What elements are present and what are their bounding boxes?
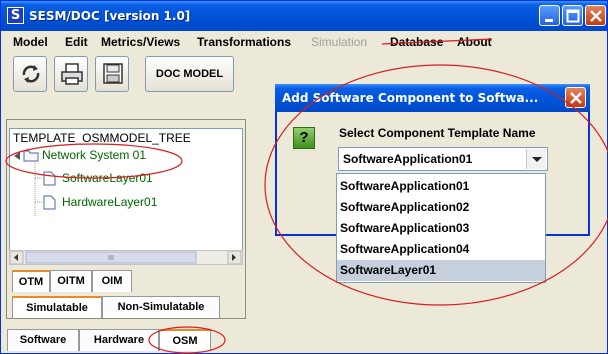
app-logo-icon: S <box>7 7 24 24</box>
tree-node-network-icon <box>23 148 39 162</box>
menu-simulation: Simulation <box>311 35 368 49</box>
folder-icon <box>23 150 39 162</box>
dropdown-arrow-button[interactable] <box>526 149 546 169</box>
minimize-icon <box>545 19 553 22</box>
dropdown-option[interactable]: SoftwareApplication02 <box>337 197 545 218</box>
tab-simulatable[interactable]: Simulatable <box>12 296 102 318</box>
save-icon <box>103 63 123 84</box>
print-icon <box>61 63 83 85</box>
dialog-title: Add Software Component to Softwa... <box>282 91 539 105</box>
tree-horizontal-scrollbar[interactable] <box>9 250 243 265</box>
model-tree-panel: TEMPLATE_OSMMODEL_TREE Network System 01… <box>6 119 246 319</box>
tree-node-hardware-icon <box>43 195 56 210</box>
minimize-button[interactable] <box>539 5 560 26</box>
menu-transformations[interactable]: Transformations <box>197 35 291 49</box>
template-dropdown-list: SoftwareApplication01 SoftwareApplicatio… <box>336 173 546 283</box>
document-icon <box>43 171 56 186</box>
tree-node-software-layer[interactable]: SoftwareLayer01 <box>62 171 153 185</box>
menu-edit[interactable]: Edit <box>65 35 88 49</box>
maximize-button[interactable] <box>562 5 583 26</box>
tab-software[interactable]: Software <box>7 329 79 351</box>
menu-metrics-views[interactable]: Metrics/Views <box>101 35 180 49</box>
dialog-close-button[interactable] <box>565 87 586 108</box>
save-button[interactable] <box>95 56 129 92</box>
chevron-down-icon <box>532 157 542 162</box>
menu-database[interactable]: Database <box>390 35 443 49</box>
tab-hardware[interactable]: Hardware <box>79 329 159 351</box>
menu-about[interactable]: About <box>457 35 492 49</box>
select-current-value: SoftwareApplication01 <box>343 152 473 166</box>
tree-node-hardware-layer[interactable]: HardwareLayer01 <box>62 195 157 209</box>
window-title: SESM/DOC [version 1.0] <box>29 9 191 23</box>
tab-oim[interactable]: OIM <box>92 270 132 292</box>
tree-node-software-icon <box>43 171 56 186</box>
close-button[interactable] <box>585 5 606 26</box>
tree-node-network-system[interactable]: Network System 01 <box>42 148 146 162</box>
refresh-button[interactable] <box>13 56 47 92</box>
menu-bar: Model Edit Metrics/Views Transformations… <box>5 31 605 53</box>
dialog-prompt: Select Component Template Name <box>339 126 536 140</box>
refresh-icon <box>22 65 40 83</box>
question-icon: ? <box>293 127 315 149</box>
tab-oitm[interactable]: OITM <box>50 270 92 292</box>
component-template-select[interactable]: SoftwareApplication01 <box>338 147 548 171</box>
doc-model-button[interactable]: DOC MODEL <box>145 56 234 92</box>
scrollbar-track <box>9 250 242 265</box>
tree-root-label: TEMPLATE_OSMMODEL_TREE <box>13 131 191 145</box>
dropdown-option[interactable]: SoftwareApplication04 <box>337 239 545 260</box>
dialog-title-bar[interactable]: Add Software Component to Softwa... <box>275 84 590 112</box>
model-tree: TEMPLATE_OSMMODEL_TREE Network System 01… <box>9 128 243 258</box>
tab-non-simulatable[interactable]: Non-Simulatable <box>102 296 220 318</box>
close-icon <box>590 10 602 22</box>
dropdown-option[interactable]: SoftwareApplication01 <box>337 176 545 197</box>
dropdown-option-selected[interactable]: SoftwareLayer01 <box>337 260 545 281</box>
print-button[interactable] <box>54 56 88 92</box>
dropdown-option[interactable]: SoftwareApplication03 <box>337 218 545 239</box>
tab-otm[interactable]: OTM <box>12 270 50 292</box>
close-icon <box>570 92 582 104</box>
maximize-icon <box>566 9 580 23</box>
title-bar[interactable]: S SESM/DOC [version 1.0] <box>1 1 607 31</box>
tab-osm[interactable]: OSM <box>159 329 211 351</box>
document-icon <box>43 195 56 210</box>
menu-model[interactable]: Model <box>13 35 48 49</box>
